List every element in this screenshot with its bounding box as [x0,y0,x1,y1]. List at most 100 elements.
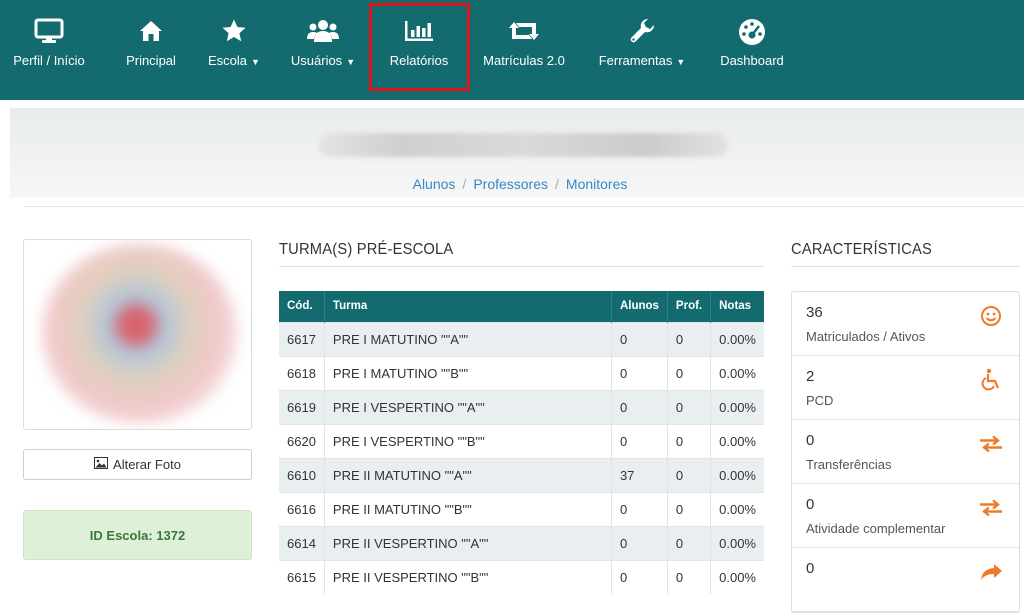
nav-label: Usuários [290,53,343,68]
table-header-row: Cód. Turma Alunos Prof. Notas [279,291,764,322]
column-header-alunos[interactable]: Alunos [611,291,668,322]
breadcrumb-link-professores[interactable]: Professores [473,176,548,192]
nav-dashboard[interactable]: Dashboard [714,0,790,90]
users-icon [307,17,339,45]
cell-cod: 6617 [279,321,325,356]
nav-label: Principal [126,53,176,68]
cell-notas-link[interactable]: 0.00% [710,491,764,526]
cell-turma-link[interactable]: PRE I MATUTINO ""A"" [324,321,612,356]
column-header-cod[interactable]: Cód. [279,291,325,322]
cell-turma-link[interactable]: PRE II VESPERTINO ""A"" [324,525,612,560]
change-photo-label: Alterar Foto [113,457,181,472]
cell-prof: 0 [667,491,712,526]
cell-turma-link[interactable]: PRE I VESPERTINO ""B"" [324,423,612,458]
cell-alunos: 0 [611,525,668,560]
turmas-section-title: TURMA(S) PRÉ-ESCOLA [279,241,454,258]
table-row: 6615 PRE II VESPERTINO ""B"" 0 0 0.00% [279,559,764,594]
cell-turma-link[interactable]: PRE II MATUTINO ""A"" [324,457,612,492]
star-icon [221,17,247,45]
exchange-icon [979,432,1003,456]
caret-down-icon: ▼ [251,57,260,67]
card-label: PCD [806,393,834,408]
card-label: Transferências [806,457,892,472]
table-row: 6618 PRE I MATUTINO ""B"" 0 0 0.00% [279,355,764,390]
characteristic-card[interactable]: 0 [792,548,1019,612]
cell-turma-link[interactable]: PRE I MATUTINO ""B"" [324,355,612,390]
cell-alunos: 0 [611,491,668,526]
caret-down-icon: ▼ [346,57,356,67]
characteristic-card[interactable]: 36 Matriculados / Ativos [792,292,1019,356]
nav-label: Dashboard [720,53,784,68]
nav-matriculas[interactable]: Matrículas 2.0 [478,0,570,90]
column-header-notas[interactable]: Notas [710,291,764,322]
highlight-box [369,3,470,91]
nav-label: Escola [208,53,248,68]
school-id-text: ID Escola: 1372 [89,527,186,543]
nav-label: Ferramentas [598,53,673,68]
nav-usuarios[interactable]: Usuários ▼ [287,0,359,90]
table-row: 6616 PRE II MATUTINO ""B"" 0 0 0.00% [279,491,764,526]
table-row: 6617 PRE I MATUTINO ""A"" 0 0 0.00% [279,321,764,356]
cell-alunos: 37 [611,457,668,492]
smile-icon [979,304,1003,328]
nav-escola[interactable]: Escola ▼ [204,0,264,90]
card-value: 36 [806,304,823,321]
cell-notas-link[interactable]: 0.00% [710,423,764,458]
breadcrumb-separator: / [555,176,559,192]
wheelchair-icon [979,368,1003,392]
nav-principal[interactable]: Principal [119,0,183,90]
monitor-icon [34,17,64,45]
table-row: 6620 PRE I VESPERTINO ""B"" 0 0 0.00% [279,423,764,458]
cell-notas-link[interactable]: 0.00% [710,457,764,492]
cell-prof: 0 [667,389,712,424]
breadcrumb-separator: / [462,176,467,192]
school-id-badge: ID Escola: 1372 [23,510,252,560]
nav-ferramentas[interactable]: Ferramentas ▼ [594,0,690,90]
cell-turma-link[interactable]: PRE I VESPERTINO ""A"" [324,389,612,424]
breadcrumb-link-alunos[interactable]: Alunos [413,176,456,192]
change-photo-button[interactable]: Alterar Foto [23,449,252,480]
wrench-icon [628,17,656,45]
cell-cod: 6614 [279,525,325,560]
cell-prof: 0 [667,457,712,492]
cell-cod: 6620 [279,423,325,458]
cell-notas-link[interactable]: 0.00% [710,559,764,594]
nav-perfil-inicio[interactable]: Perfil / Início [8,0,90,90]
school-photo [23,239,252,430]
nav-label: Perfil / Início [13,53,85,68]
column-header-prof[interactable]: Prof. [667,291,712,322]
home-icon [138,17,164,45]
breadcrumb-link-monitores[interactable]: Monitores [566,176,627,192]
dashboard-icon [737,17,767,45]
characteristic-card[interactable]: 0 Transferências [792,420,1019,484]
table-row: 6614 PRE II VESPERTINO ""A"" 0 0 0.00% [279,525,764,560]
column-header-turma[interactable]: Turma [324,291,612,322]
cell-notas-link[interactable]: 0.00% [710,389,764,424]
cell-prof: 0 [667,525,712,560]
cell-cod: 6618 [279,355,325,390]
cell-notas-link[interactable]: 0.00% [710,355,764,390]
cell-alunos: 0 [611,321,668,356]
cell-turma-link[interactable]: PRE II VESPERTINO ""B"" [324,559,612,594]
image-icon [94,457,109,472]
school-name-redacted [318,133,728,157]
top-navbar: Perfil / Início Principal Escola ▼ Usuári… [0,0,1024,100]
section-divider [791,266,1020,267]
cell-notas-link[interactable]: 0.00% [710,321,764,356]
cell-turma-link[interactable]: PRE II MATUTINO ""B"" [324,491,612,526]
retweet-icon [509,17,539,45]
cell-cod: 6619 [279,389,325,424]
divider [24,206,1024,207]
card-value: 0 [806,496,815,513]
characteristic-card[interactable]: 2 PCD [792,356,1019,420]
card-value: 0 [806,432,815,449]
cell-alunos: 0 [611,559,668,594]
cell-notas-link[interactable]: 0.00% [710,525,764,560]
characteristic-card[interactable]: 0 Atividade complementar [792,484,1019,548]
caret-down-icon: ▼ [676,57,686,67]
share-icon [979,560,1003,584]
cell-alunos: 0 [611,355,668,390]
section-divider [279,266,764,267]
card-label: Atividade complementar [806,521,946,536]
card-label: Matriculados / Ativos [806,329,926,344]
